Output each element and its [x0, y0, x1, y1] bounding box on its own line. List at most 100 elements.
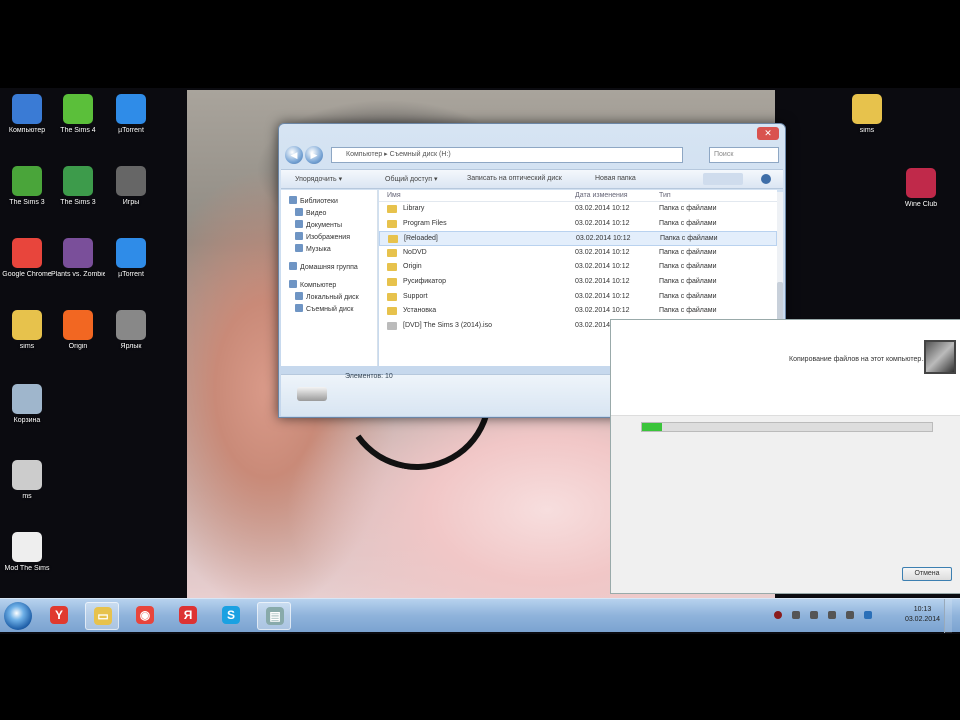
organize-button[interactable]: Упорядочить ▾	[295, 175, 342, 183]
desktop-icon[interactable]: Origin	[51, 310, 105, 351]
desktop-icon[interactable]: µTorrent	[104, 94, 158, 135]
taskbar-app-skype[interactable]: S	[214, 602, 248, 630]
desktop-icon[interactable]: The Sims 4	[51, 94, 105, 135]
file-name: Library	[403, 205, 425, 212]
taskbar-app-explorer[interactable]: ▭	[85, 602, 119, 630]
share-button[interactable]: Общий доступ ▾	[385, 175, 438, 183]
desktop-icon[interactable]: ms	[0, 460, 54, 501]
drive-icon	[295, 292, 303, 300]
desktop-icon[interactable]: Компьютер	[0, 94, 54, 135]
file-date: 03.02.2014 10:12	[575, 263, 630, 271]
computer-icon	[289, 280, 297, 288]
file-row[interactable]: Program Files 03.02.2014 10:12 Папка с фай…	[379, 217, 777, 232]
progress-bar	[641, 422, 933, 432]
file-name: NoDVD	[403, 248, 427, 256]
command-toolbar: Упорядочить ▾ Общий доступ ▾ Записать на…	[281, 169, 783, 189]
desktop-icon-label: ms	[22, 493, 32, 500]
folder-icon	[12, 310, 42, 340]
desktop-icon[interactable]: Ярлык	[104, 310, 158, 351]
mod-the-sims-icon: ▤	[266, 607, 284, 625]
desktop-icon[interactable]: µTorrent	[104, 238, 158, 279]
file-icon	[387, 321, 397, 330]
address-bar[interactable]: Компьютер ▸ Съемный диск (H:)	[331, 147, 683, 163]
yandex-browser-icon: Y	[50, 606, 68, 624]
file-row[interactable]: Русификатор 03.02.2014 10:12 Папка с файла…	[379, 275, 777, 290]
column-type[interactable]: Тип	[659, 192, 671, 199]
close-button[interactable]: ✕	[757, 127, 779, 140]
desktop-icon[interactable]: Корзина	[0, 384, 54, 425]
nav-item[interactable]: Изображения	[281, 232, 377, 244]
cancel-button[interactable]: Отмена	[902, 567, 952, 581]
folder-icon	[852, 94, 882, 124]
back-arrow-icon[interactable]: ◀	[285, 146, 303, 164]
tray-record-icon[interactable]	[774, 611, 782, 619]
desktop-icon[interactable]: Google Chrome	[0, 238, 54, 279]
taskbar-app-yandex-browser[interactable]: Y	[42, 602, 76, 630]
file-type: Папка с файлами	[659, 248, 717, 256]
desktop-icon-label: Mod The Sims	[4, 565, 50, 572]
tray-volume-icon[interactable]	[828, 611, 836, 619]
desktop-icon[interactable]: Wine Club	[894, 168, 948, 209]
video-icon	[295, 208, 303, 216]
desktop-icon[interactable]: Игры	[104, 166, 158, 207]
nav-item[interactable]: Музыка	[281, 244, 377, 256]
nav-item[interactable]: Съемный диск	[281, 304, 377, 316]
taskbar-app-yandex[interactable]: Я	[171, 602, 205, 630]
file-date: 03.02.2014 10:12	[575, 307, 630, 315]
sims-plumbob-icon	[63, 166, 93, 196]
desktop-icon[interactable]: sims	[840, 94, 894, 135]
file-name: [DVD] The Sims 3 (2014).iso	[403, 321, 492, 329]
column-headers: Имя Дата изменения Тип	[379, 190, 777, 202]
desktop-icon[interactable]: sims	[0, 310, 54, 351]
nav-item[interactable]: Видео	[281, 208, 377, 220]
copy-progress-dialog: Копирование файлов на этот компьютер... …	[610, 319, 960, 594]
desktop-icon[interactable]: Mod The Sims	[0, 532, 54, 573]
view-icon[interactable]	[703, 173, 743, 185]
clock[interactable]: 10:13 03.02.2014	[905, 605, 940, 625]
help-icon[interactable]	[761, 174, 771, 184]
desktop-icon-label: Игры	[122, 199, 140, 206]
file-row[interactable]: Origin 03.02.2014 10:12 Папка с файлами	[379, 260, 777, 275]
new-folder-button[interactable]: Новая папка	[595, 175, 636, 182]
torrent-icon	[116, 94, 146, 124]
scroll-thumb[interactable]	[777, 282, 783, 322]
file-row[interactable]: [Reloaded] 03.02.2014 10:12 Папка с файлам…	[379, 231, 777, 246]
nav-item[interactable]: Документы	[281, 220, 377, 232]
burn-button[interactable]: Записать на оптический диск	[467, 175, 562, 182]
folder-icon	[387, 292, 397, 301]
yandex-icon: Я	[179, 606, 197, 624]
file-row[interactable]: Установка 03.02.2014 10:12 Папка с файлами	[379, 304, 777, 319]
column-name[interactable]: Имя	[387, 192, 401, 199]
tray-network-icon[interactable]	[810, 611, 818, 619]
forward-arrow-icon[interactable]: ▶	[305, 146, 323, 164]
taskbar-app-mod-the-sims[interactable]: ▤	[257, 602, 291, 630]
shortcut-icon	[116, 310, 146, 340]
start-button[interactable]	[4, 602, 32, 630]
file-type: Папка с файлами	[660, 235, 718, 243]
monitor-icon	[12, 460, 42, 490]
taskbar-app-chrome[interactable]: ◉	[128, 602, 162, 630]
desktop-icon[interactable]: Plants vs. Zombies	[51, 238, 105, 279]
nav-item[interactable]: Библиотеки	[281, 196, 377, 208]
file-row[interactable]: Support 03.02.2014 10:12 Папка с файлами	[379, 290, 777, 305]
folder-icon	[387, 307, 397, 316]
clock-time: 10:13	[913, 606, 932, 613]
column-date[interactable]: Дата изменения	[575, 192, 628, 199]
file-date: 03.02.2014 10:12	[575, 205, 630, 212]
search-input[interactable]: Поиск	[709, 147, 779, 163]
tray-usb-icon[interactable]	[846, 611, 854, 619]
file-row[interactable]: Library 03.02.2014 10:12 Папка с файлами	[379, 202, 777, 217]
tray-bluetooth-icon[interactable]	[864, 611, 872, 619]
file-type: Папка с файлами	[659, 307, 717, 315]
nav-item[interactable]: Компьютер	[281, 280, 377, 292]
file-row[interactable]: NoDVD 03.02.2014 10:12 Папка с файлами	[379, 246, 777, 261]
desktop-icon[interactable]: The Sims 3	[51, 166, 105, 207]
nav-item[interactable]: Домашняя группа	[281, 262, 377, 274]
nav-item[interactable]: Локальный диск	[281, 292, 377, 304]
tray-flag-icon[interactable]	[792, 611, 800, 619]
show-desktop-button[interactable]	[944, 599, 952, 633]
desktop-icon[interactable]: The Sims 3	[0, 166, 54, 207]
details-text: Элементов: 10	[345, 373, 393, 380]
desktop-icon-label: µTorrent	[118, 271, 144, 278]
sims-plumbob-icon	[12, 166, 42, 196]
